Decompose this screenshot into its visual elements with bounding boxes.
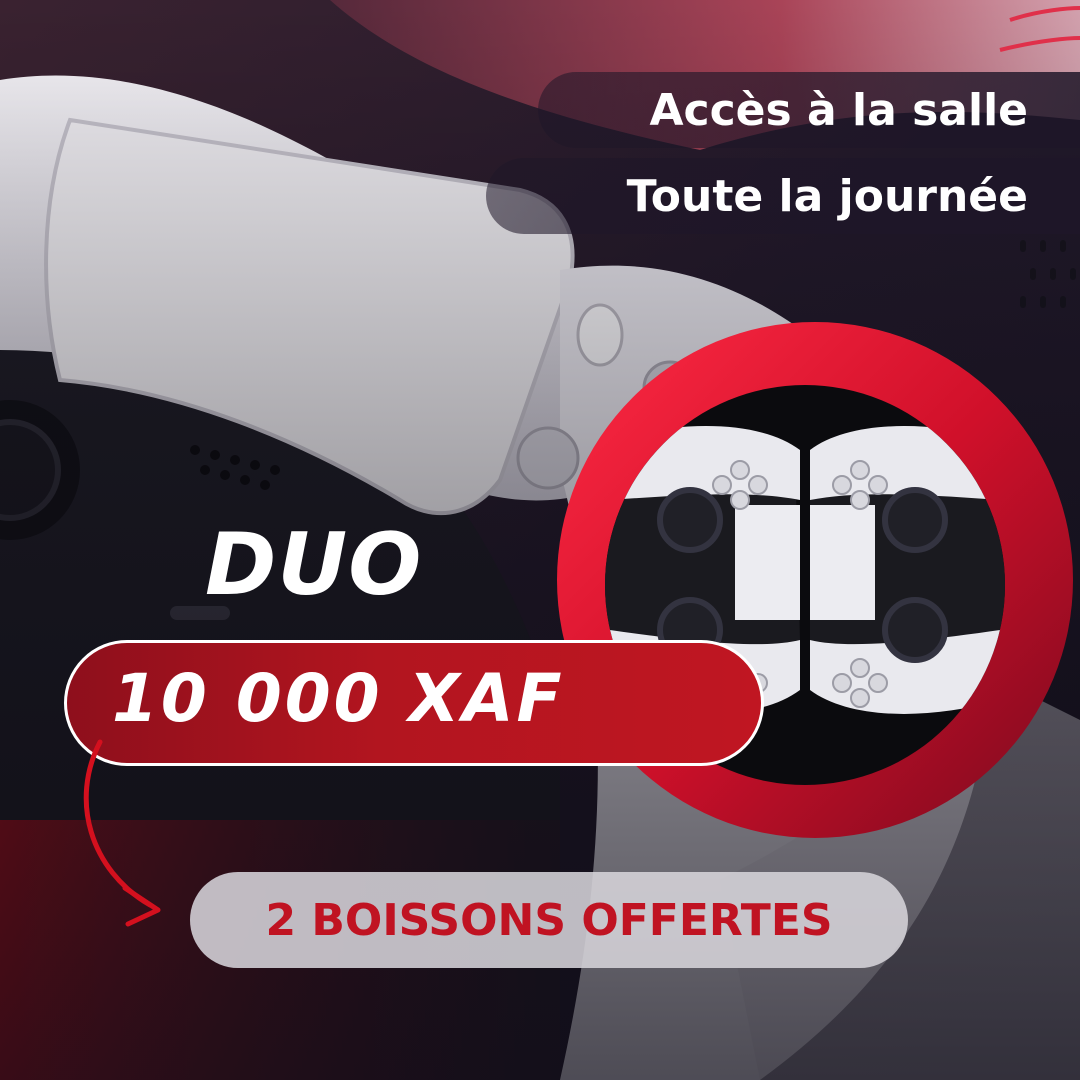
price-label: 10 000 XAF [112, 660, 565, 737]
tagline-line-2: Toute la journée [486, 158, 1080, 234]
offer-title: DUO [205, 515, 423, 615]
bonus-pill: 2 BOISSONS OFFERTES [190, 872, 908, 968]
tagline-line-1: Accès à la salle [538, 72, 1080, 148]
bonus-label: 2 BOISSONS OFFERTES [265, 894, 833, 946]
promo-poster: Accès à la salle Toute la journée DUO 10… [0, 0, 1080, 1080]
